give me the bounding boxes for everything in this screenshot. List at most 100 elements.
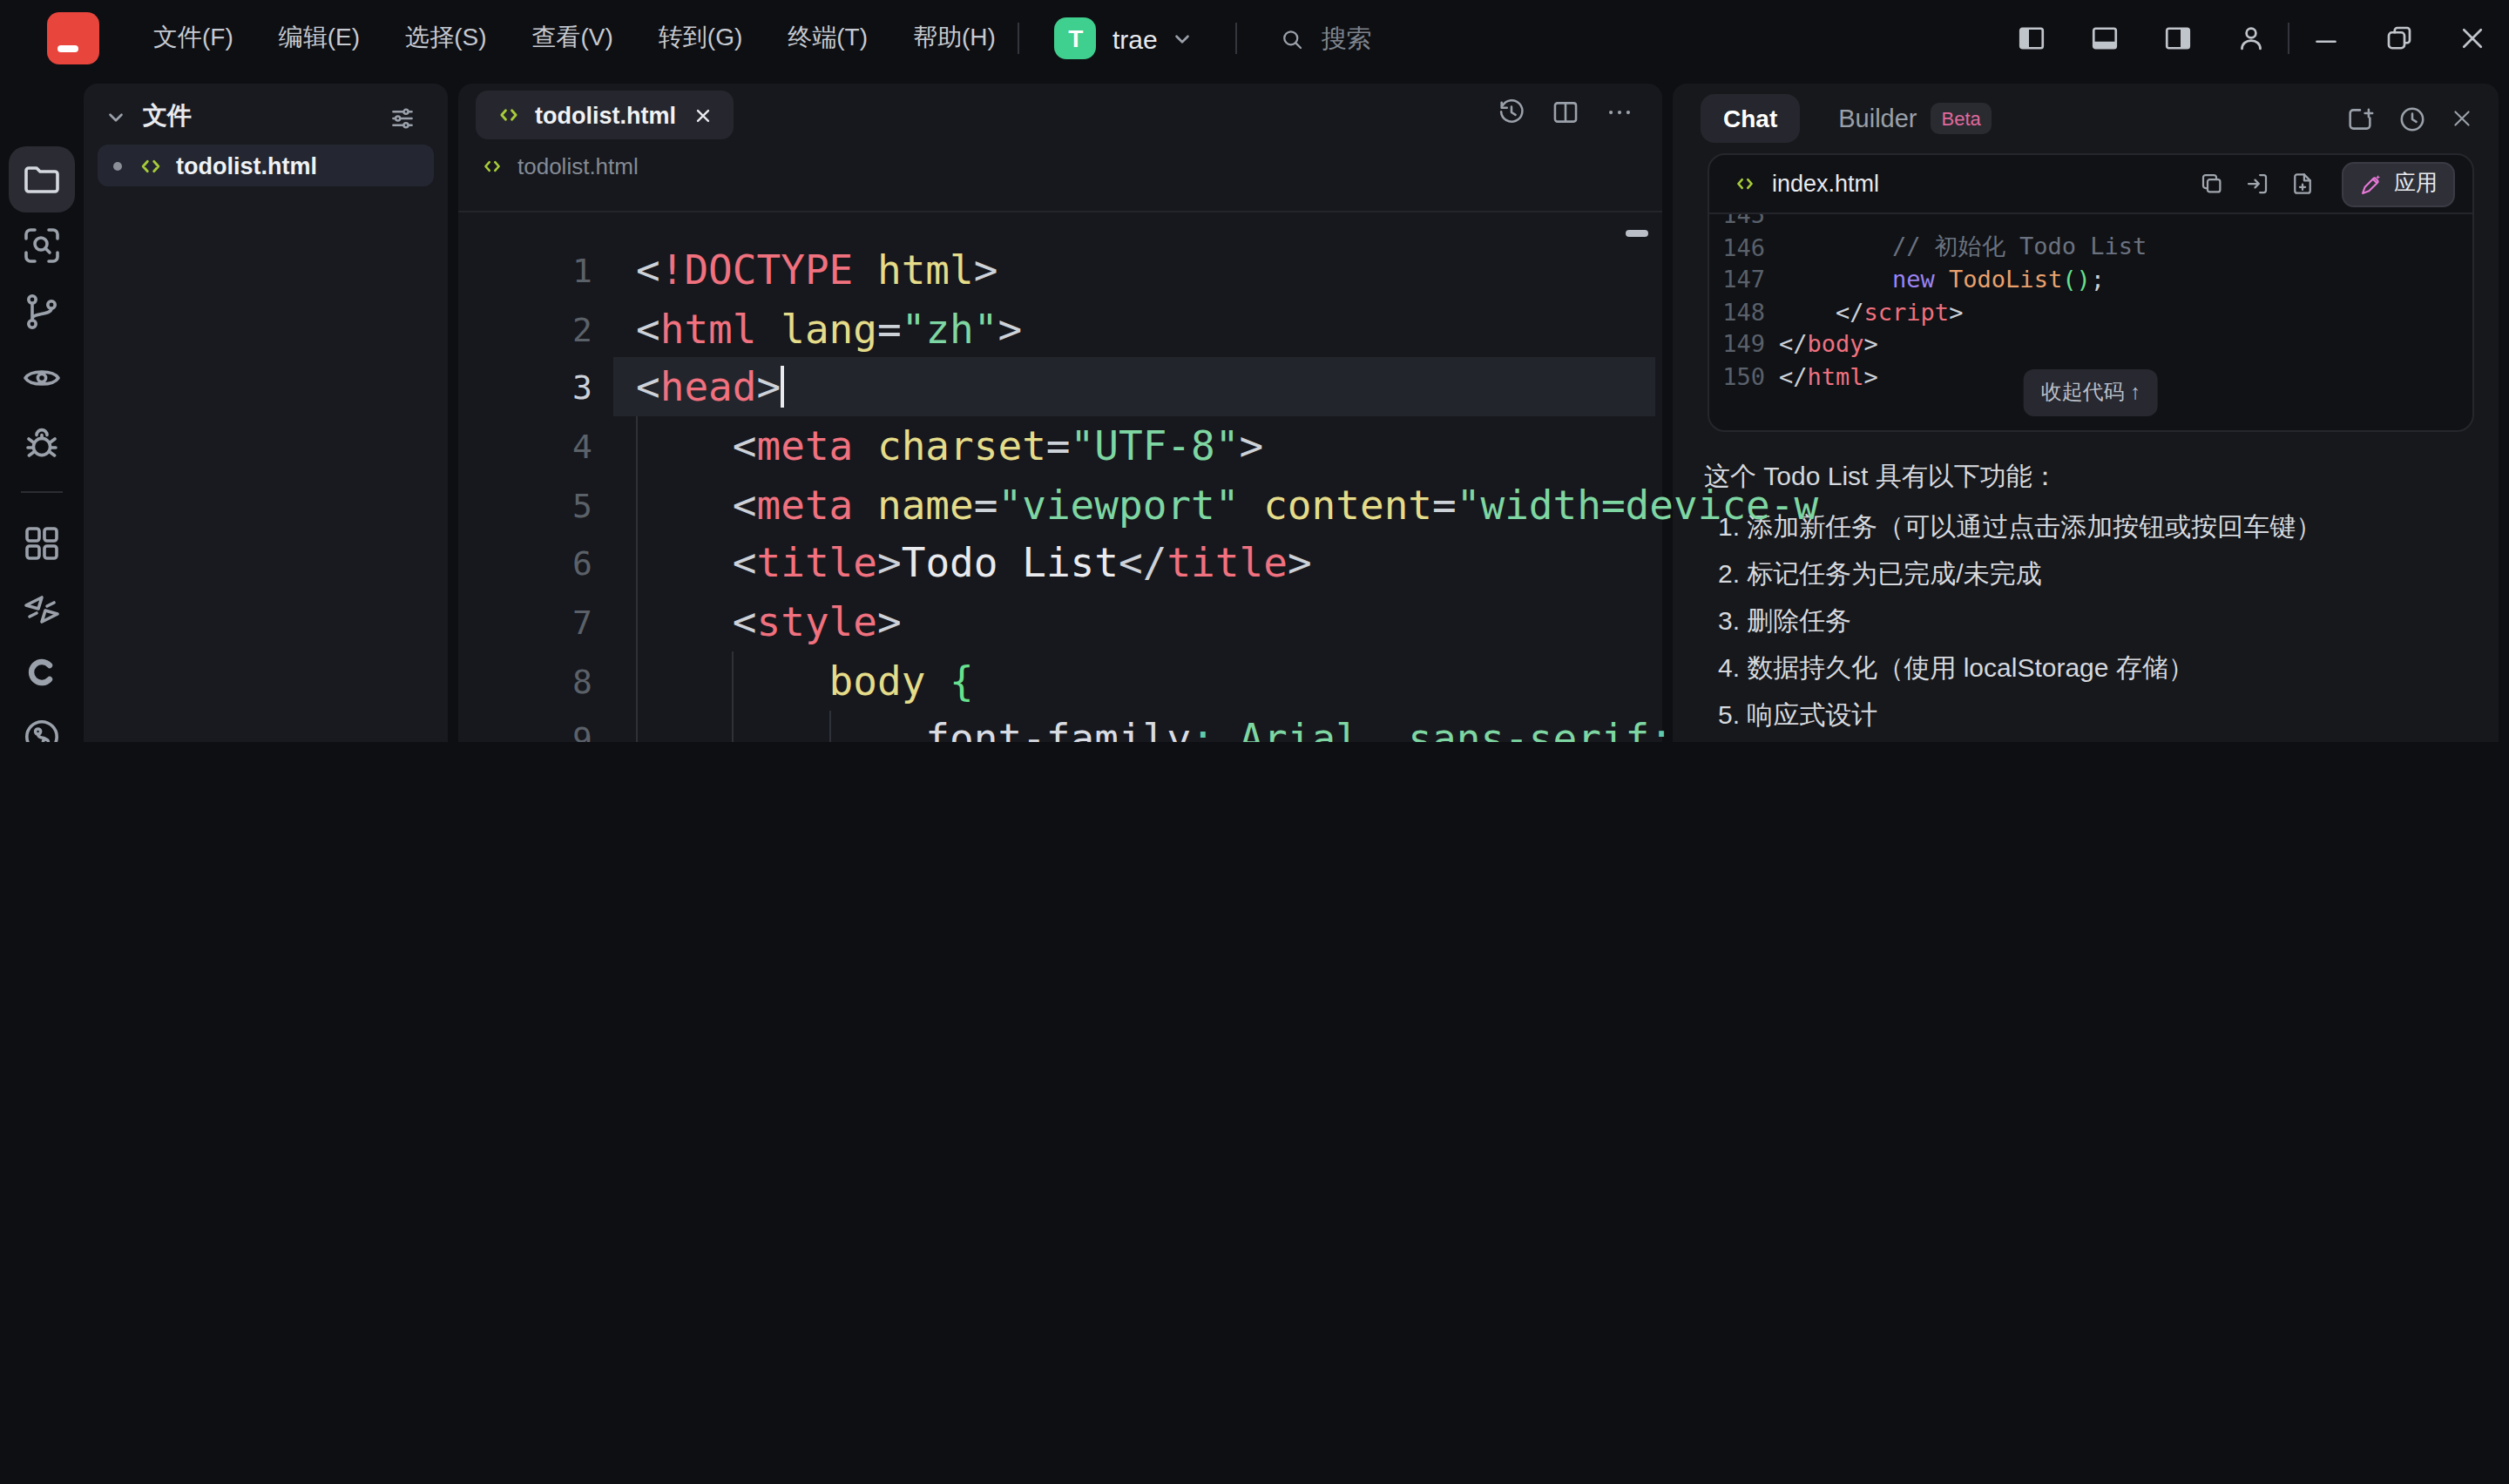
code-block-filename: index.html xyxy=(1772,171,2199,197)
menu-item[interactable]: 文件(F) xyxy=(131,12,256,64)
close-tab-icon[interactable] xyxy=(693,105,713,125)
layout-sidebar-right-icon[interactable] xyxy=(2162,23,2194,54)
text-cursor xyxy=(781,367,784,408)
workspace-badge: T xyxy=(1055,17,1097,59)
apply-button[interactable]: 应用 xyxy=(2342,161,2455,206)
activity-item-c-logo[interactable] xyxy=(21,651,63,693)
scrollbar-thumb[interactable] xyxy=(1626,230,1648,237)
line-number: 3 xyxy=(458,368,592,406)
minimize-button[interactable] xyxy=(2310,23,2342,54)
line-number: 6 xyxy=(458,544,592,583)
search-placeholder: 搜索 xyxy=(1322,22,1372,55)
new-file-icon[interactable] xyxy=(2289,171,2316,197)
new-chat-icon[interactable] xyxy=(2345,104,2375,133)
html-file-icon xyxy=(481,155,504,178)
tab-builder[interactable]: Builder xyxy=(1838,105,1917,132)
split-editor-icon[interactable] xyxy=(1551,98,1580,127)
beta-badge: Beta xyxy=(1931,103,1992,134)
debug-bug-icon xyxy=(21,423,63,465)
code-line-6: 6 <title>Todo List</title> xyxy=(458,534,1662,592)
activity-item-ai-assistant[interactable] xyxy=(21,588,63,630)
code-text: <head> xyxy=(636,364,781,409)
close-panel-icon[interactable] xyxy=(2450,106,2474,131)
code-text: <html lang="zh"> xyxy=(636,306,1022,351)
history-icon[interactable] xyxy=(1497,98,1526,127)
menu-item[interactable]: 编辑(E) xyxy=(256,12,382,64)
divider xyxy=(1018,23,1020,54)
filter-icon[interactable] xyxy=(389,105,416,132)
activity-item-debug-bug[interactable] xyxy=(21,423,63,465)
collapse-code-button[interactable]: 收起代码 ↑ xyxy=(2024,369,2159,416)
files-section-header[interactable]: 文件 xyxy=(105,101,192,132)
chat-code-line-145: 145 xyxy=(1709,212,2472,231)
code-line-9: 9 font-family: Arial, sans-serif; xyxy=(458,710,1662,742)
divider xyxy=(1709,212,2472,214)
activity-item-files[interactable] xyxy=(21,158,63,199)
layout-panel-icon[interactable] xyxy=(2089,23,2120,54)
html-file-icon xyxy=(138,152,164,179)
divider xyxy=(21,491,63,493)
code-text: <style> xyxy=(636,599,902,644)
code-line-5: 5 <meta name="viewport" content="width=d… xyxy=(458,476,1662,534)
line-number: 150 xyxy=(1709,362,1765,390)
code-line-3: 3 <head> xyxy=(458,358,1662,416)
app-logo-icon[interactable] xyxy=(47,12,99,64)
line-number: 147 xyxy=(1709,266,1765,293)
chat-code-line-148: 148 </script> xyxy=(1709,295,2472,327)
chat-header-icons xyxy=(2345,104,2474,133)
menu-item[interactable]: 转到(G) xyxy=(636,12,765,64)
line-number: 5 xyxy=(458,485,592,523)
code-text: <meta name="viewport" content="width=dev… xyxy=(636,482,1818,527)
activity-item-extensions[interactable] xyxy=(21,522,63,563)
code-line-1: 1<!DOCTYPE html> xyxy=(458,240,1662,299)
trae-ide-window: 文件(F)编辑(E)选择(S)查看(V)转到(G)终端(T)帮助(H) T tr… xyxy=(0,0,2509,742)
remote-eye-icon xyxy=(21,357,63,399)
insert-code-icon[interactable] xyxy=(2244,171,2270,197)
line-number: 149 xyxy=(1709,330,1765,358)
html-file-icon xyxy=(1734,172,1756,195)
editor-toolbar xyxy=(1497,98,1634,127)
activity-item-search-scan[interactable] xyxy=(21,225,63,266)
close-button[interactable] xyxy=(2457,23,2488,54)
code-line-2: 2<html lang="zh"> xyxy=(458,299,1662,357)
file-item-todolist[interactable]: todolist.html xyxy=(98,145,434,186)
search-scan-icon xyxy=(21,225,63,266)
account-icon[interactable] xyxy=(2235,23,2267,54)
menu-item[interactable]: 帮助(H) xyxy=(890,12,1018,64)
line-number: 1 xyxy=(458,251,592,289)
layout-sidebar-left-icon[interactable] xyxy=(2016,23,2047,54)
chat-history-icon[interactable] xyxy=(2397,104,2427,133)
chat-panel-header: Chat Builder Beta xyxy=(1701,91,2474,146)
feature-item: 4. 数据持久化（使用 localStorage 存储） xyxy=(1718,652,2195,685)
line-number: 145 xyxy=(1709,212,1765,229)
c-logo-icon xyxy=(21,651,63,693)
line-number: 8 xyxy=(458,661,592,699)
code-text: // 初始化 Todo List xyxy=(1779,232,2147,263)
copy-icon[interactable] xyxy=(2199,171,2225,197)
git-branch-icon xyxy=(21,291,63,333)
line-number: 4 xyxy=(458,427,592,465)
activity-bar xyxy=(0,77,84,742)
activity-item-run-circle[interactable] xyxy=(21,716,63,742)
menu-bar: 文件(F)编辑(E)选择(S)查看(V)转到(G)终端(T)帮助(H) xyxy=(131,12,1018,64)
breadcrumb[interactable]: todolist.html xyxy=(481,153,639,179)
code-editor[interactable]: 1<!DOCTYPE html>2<html lang="zh"> 3 <head>… xyxy=(458,240,1662,742)
tab-label: todolist.html xyxy=(535,102,676,128)
code-line-8: 8 body { xyxy=(458,651,1662,710)
editor-tab-todolist[interactable]: todolist.html xyxy=(476,91,734,139)
files-section-label: 文件 xyxy=(143,101,192,132)
more-actions-icon[interactable] xyxy=(1605,98,1634,127)
html-file-icon xyxy=(497,103,521,127)
code-text: <title>Todo List</title> xyxy=(636,541,1312,586)
menu-item[interactable]: 选择(S) xyxy=(382,12,509,64)
activity-item-remote-eye[interactable] xyxy=(21,357,63,399)
global-search[interactable]: 搜索 xyxy=(1280,22,1372,55)
menu-item[interactable]: 查看(V) xyxy=(509,12,635,64)
activity-item-git-branch[interactable] xyxy=(21,291,63,333)
code-line-7: 7 <style> xyxy=(458,592,1662,651)
menu-item[interactable]: 终端(T) xyxy=(765,12,890,64)
file-name: todolist.html xyxy=(176,152,317,179)
tab-chat[interactable]: Chat xyxy=(1701,94,1800,143)
restore-button[interactable] xyxy=(2384,23,2415,54)
workspace-switcher[interactable]: T trae xyxy=(1055,17,1194,59)
